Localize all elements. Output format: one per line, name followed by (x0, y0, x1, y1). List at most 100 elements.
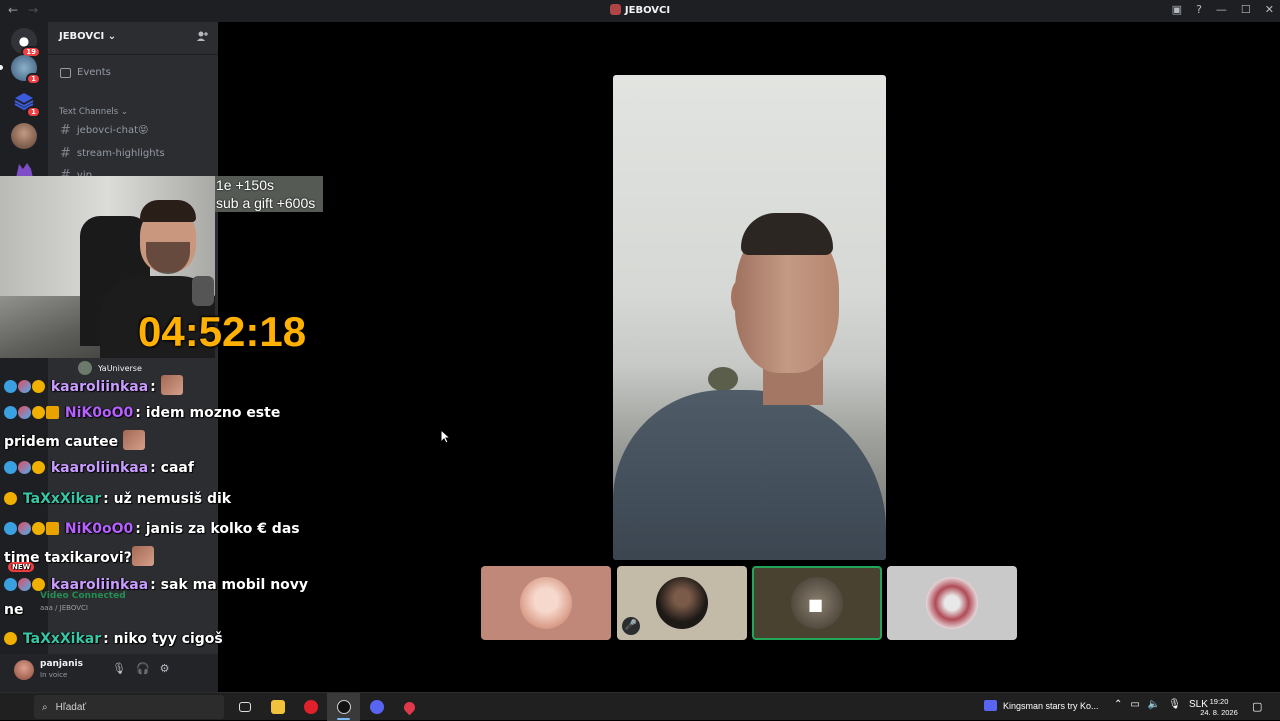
discord-icon (369, 700, 384, 714)
close-button[interactable]: ✕ (1265, 3, 1274, 16)
discord-button[interactable] (360, 693, 393, 721)
microphone-icon[interactable]: 🎙 (112, 662, 126, 675)
user-controls: 🎙 🎧 ⚙ (112, 662, 170, 675)
pin-icon (401, 699, 418, 715)
calendar-icon (60, 67, 71, 78)
chat-message-cont: ne (4, 602, 23, 618)
server-badge: 1 (26, 73, 41, 85)
person-add-icon[interactable] (196, 30, 208, 45)
user-status: In voice (40, 671, 68, 679)
chat-username: TaXxXikar (22, 631, 102, 647)
chat-text: : janis za kolko € das (135, 521, 300, 537)
taskbar-search[interactable]: ⌕ Hľadať (34, 695, 224, 719)
participant-tile-2[interactable]: 🎤 (617, 566, 747, 640)
stream-chat-overlay: kaaroliinkaa: NiK0oO0: idem mozno este p… (0, 340, 330, 680)
chat-message: TaXxXikar: niko tyy cigoš (4, 631, 223, 647)
crown-icon (46, 406, 59, 419)
microphone-icon[interactable]: 🎙 (1168, 699, 1181, 710)
video-tree (708, 367, 738, 391)
gear-icon[interactable]: ⚙ (160, 662, 170, 675)
server-icon-1[interactable]: 1 (11, 55, 41, 85)
chat-message: TaXxXikar: už nemusiš dik (4, 491, 231, 507)
participant-tile-1[interactable] (481, 566, 611, 640)
chat-message: NiK0oO0: idem mozno este (4, 405, 280, 421)
goal-line-2: sub a gift +600s (216, 195, 316, 211)
window-controls: ▣ ? — ☐ ✕ (1172, 3, 1274, 16)
category-label: Text Channels (59, 107, 119, 117)
maximize-button[interactable]: ☐ (1241, 3, 1251, 16)
badge-icon (18, 461, 31, 474)
category-text-channels[interactable]: Text Channels ⌄ (59, 107, 128, 117)
headphones-icon[interactable]: 🎧 (136, 662, 150, 675)
badge-icon (18, 522, 31, 535)
inbox-icon[interactable]: ▣ (1172, 3, 1182, 16)
home-button[interactable]: ● 19 (11, 28, 41, 58)
opera-button[interactable] (294, 693, 327, 721)
window-title-text: JEBOVCI (624, 5, 671, 16)
badge-icon (32, 406, 45, 419)
badge-icon (4, 632, 17, 645)
search-icon: ⌕ (42, 701, 48, 713)
notifications-icon[interactable]: ▢ (1252, 700, 1262, 713)
emote-icon (160, 375, 183, 395)
network-icon[interactable]: ▭ (1130, 699, 1139, 710)
opera-icon (303, 700, 318, 714)
user-name: panjanis (40, 659, 83, 669)
unread-pill (0, 65, 3, 70)
task-view-button[interactable] (228, 693, 261, 721)
video-person-shirt (613, 390, 886, 560)
chevron-up-icon[interactable]: ⌃ (1114, 699, 1122, 710)
events-item[interactable]: Events (60, 67, 111, 78)
badge-icon (32, 461, 45, 474)
window-titlebar: ← → JEBOVCI ▣ ? — ☐ ✕ (0, 0, 1280, 22)
chat-username: kaaroliinkaa (50, 460, 149, 476)
participant-avatar (520, 577, 572, 629)
media-widget[interactable]: Kingsman stars try Ko... (984, 700, 1099, 711)
minimize-button[interactable]: — (1216, 3, 1227, 16)
badge-icon (4, 492, 17, 505)
map-pin-button[interactable] (393, 693, 426, 721)
chat-text: ne (4, 602, 24, 618)
chat-username: kaaroliinkaa (50, 577, 149, 593)
windows-taskbar: ⌕ Hľadať Kingsman stars try Ko... ⌃ ▭ 🔈 … (0, 692, 1280, 721)
events-label: Events (77, 67, 111, 78)
server-icon-2[interactable]: 1 (11, 88, 41, 118)
user-avatar[interactable] (14, 660, 34, 680)
volume-icon[interactable]: 🔈 (1148, 699, 1160, 710)
channel-name: jebovci-chat😝 (76, 125, 149, 136)
guild-name: JEBOVCI (59, 31, 105, 42)
badge-icon (4, 406, 17, 419)
participant-avatar (656, 577, 708, 629)
emote-icon (122, 430, 145, 450)
chat-message: kaaroliinkaa: caaf (4, 460, 194, 476)
badge-icon (18, 578, 31, 591)
obs-button[interactable] (327, 693, 360, 721)
chat-username: NiK0oO0 (64, 521, 134, 537)
chat-text: : niko tyy cigoš (103, 631, 223, 647)
participant-tile-4[interactable] (887, 566, 1017, 640)
badge-icon (4, 461, 17, 474)
clock[interactable]: 19:20 24. 8. 2026 (1198, 696, 1240, 718)
channel-stream-highlights[interactable]: # stream-highlights (60, 146, 165, 161)
badge-icon (32, 380, 45, 393)
main-video-stream[interactable] (613, 75, 886, 560)
file-explorer-button[interactable] (261, 693, 294, 721)
channel-jebovci-chat[interactable]: # jebovci-chat😝 (60, 123, 148, 138)
divider (48, 54, 218, 55)
hashtag-icon: # (60, 123, 71, 138)
folder-icon (270, 700, 285, 714)
server-icon-3[interactable] (11, 123, 37, 149)
chat-username: kaaroliinkaa (50, 379, 149, 395)
system-tray: ⌃ ▭ 🔈 🎙 SLK (1114, 699, 1208, 710)
video-camera-icon: ■ (808, 595, 824, 614)
chat-username: NiK0oO0 (64, 405, 134, 421)
server-badge: 1 (26, 106, 41, 118)
person-add-svg (197, 31, 208, 41)
participant-tile-3[interactable]: ■ (752, 566, 882, 640)
chat-text: : (150, 379, 161, 395)
cursor-svg (440, 429, 450, 444)
guild-header[interactable]: JEBOVCI ⌄ (59, 31, 116, 42)
chat-text: : už nemusiš dik (103, 491, 232, 507)
chat-text: : sak ma mobil novy (150, 577, 309, 593)
help-icon[interactable]: ? (1196, 3, 1202, 16)
